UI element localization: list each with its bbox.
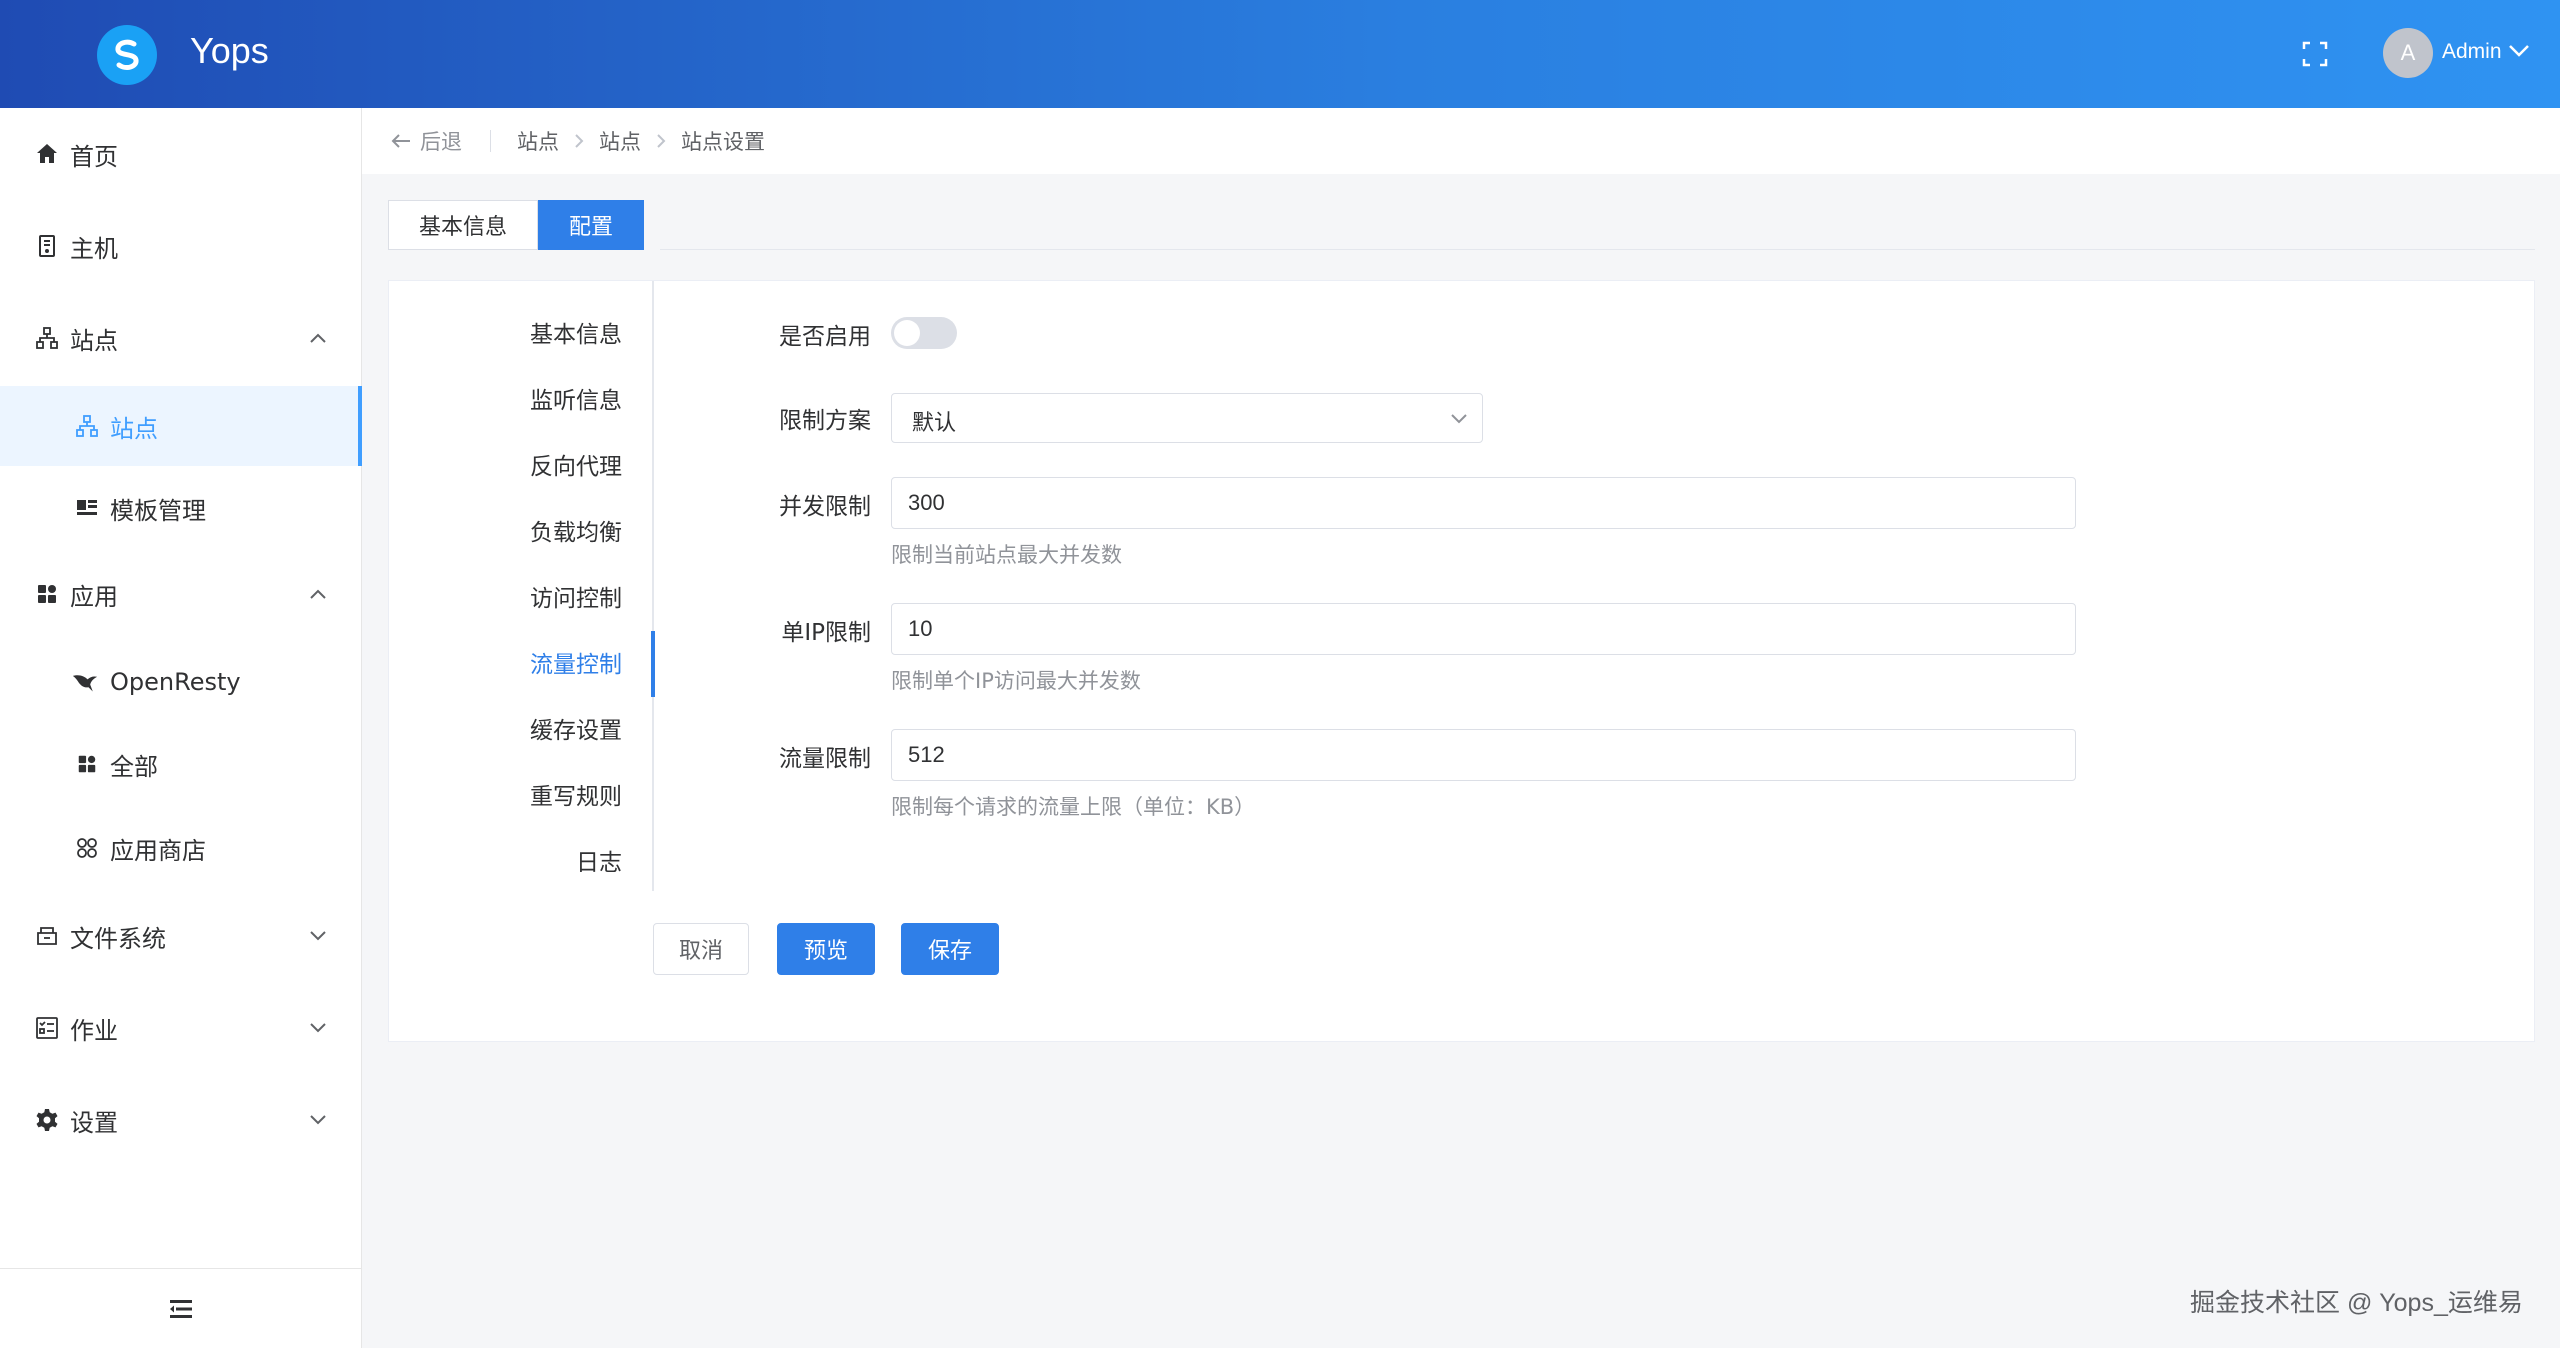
sidebar-item-label: 应用商店 <box>110 836 206 865</box>
sidebar-item-label: 模板管理 <box>110 496 206 525</box>
sub-nav-basic-info[interactable]: 基本信息 <box>530 315 622 349</box>
sub-nav-reverse-proxy[interactable]: 反向代理 <box>530 447 622 481</box>
sidebar-item-label: 站点 <box>110 414 158 443</box>
concurrency-label: 并发限制 <box>779 494 871 520</box>
template-icon <box>74 495 100 521</box>
concurrency-input[interactable]: 300 <box>891 477 2076 529</box>
per-ip-input[interactable]: 10 <box>891 603 2076 655</box>
sidebar-item-label: 首页 <box>70 142 118 171</box>
sidebar-item-label: 设置 <box>70 1108 118 1137</box>
sidebar-item-templates[interactable]: 模板管理 <box>0 468 362 548</box>
preview-button[interactable]: 预览 <box>777 923 875 975</box>
tabs-divider <box>660 249 2535 250</box>
chevron-up-icon <box>310 589 326 599</box>
breadcrumb-bar: 后退 站点 站点 站点设置 <box>362 108 2560 174</box>
page-tabs: 基本信息 配置 <box>388 200 645 250</box>
user-avatar[interactable]: A <box>2383 28 2433 78</box>
folder-icon <box>34 923 60 949</box>
collapse-menu-icon <box>169 1299 192 1318</box>
grid-icon <box>74 751 100 777</box>
per-ip-hint: 限制单个IP访问最大并发数 <box>891 669 1141 693</box>
sidebar-item-label: 全部 <box>110 752 158 781</box>
app-logo-icon[interactable] <box>97 25 157 85</box>
sub-nav-logs[interactable]: 日志 <box>576 843 622 877</box>
chevron-up-icon <box>310 333 326 343</box>
breadcrumb: 站点 站点 站点设置 <box>517 126 765 156</box>
back-button[interactable]: 后退 <box>390 126 462 156</box>
sub-nav-access-control[interactable]: 访问控制 <box>530 579 622 613</box>
sidebar-item-label: 主机 <box>70 234 118 263</box>
rate-hint: 限制每个请求的流量上限（单位：KB） <box>891 795 1256 819</box>
server-icon <box>34 233 60 259</box>
gear-icon <box>34 1107 60 1133</box>
sidebar-item-label: 作业 <box>70 1016 118 1045</box>
sidebar-item-home[interactable]: 首页 <box>0 114 362 194</box>
watermark: 掘金技术社区 @ Yops_运维易 <box>2190 1289 2523 1317</box>
sidebar-item-jobs[interactable]: 作业 <box>0 988 362 1068</box>
sidebar-item-label: OpenResty <box>110 668 241 696</box>
save-button[interactable]: 保存 <box>901 923 999 975</box>
arrow-left-icon <box>391 134 410 148</box>
sitemap-icon <box>34 325 60 351</box>
rate-label: 流量限制 <box>779 746 871 772</box>
user-name[interactable]: Admin <box>2442 40 2502 64</box>
sub-nav-rewrite-rules[interactable]: 重写规则 <box>530 777 622 811</box>
per-ip-label: 单IP限制 <box>781 620 871 646</box>
sidebar-item-apps[interactable]: 应用 <box>0 554 362 634</box>
enable-switch[interactable] <box>891 317 957 349</box>
concurrency-hint: 限制当前站点最大并发数 <box>891 543 1122 567</box>
sidebar-collapse-button[interactable] <box>0 1268 361 1348</box>
breadcrumb-item-current: 站点设置 <box>681 130 765 154</box>
active-indicator <box>651 631 655 697</box>
fullscreen-icon[interactable] <box>2302 41 2328 67</box>
task-icon <box>34 1015 60 1041</box>
sidebar-item-openresty[interactable]: OpenResty <box>0 642 362 722</box>
chevron-down-icon <box>310 1023 326 1033</box>
plan-select-value: 默认 <box>912 411 957 436</box>
sub-nav-traffic-control[interactable]: 流量控制 <box>530 645 622 679</box>
tab-config[interactable]: 配置 <box>538 200 645 250</box>
plan-select[interactable]: 默认 <box>891 393 1483 443</box>
app-title: Yops <box>190 30 269 71</box>
sidebar-item-label: 应用 <box>70 582 118 611</box>
rate-input[interactable]: 512 <box>891 729 2076 781</box>
sidebar-item-label: 站点 <box>70 326 118 355</box>
sub-nav-cache-settings[interactable]: 缓存设置 <box>530 711 622 745</box>
sidebar-item-site-list[interactable]: 站点 <box>0 386 362 466</box>
sidebar-item-settings[interactable]: 设置 <box>0 1080 362 1160</box>
openresty-icon <box>72 669 98 695</box>
top-header: Yops A Admin <box>0 0 2560 108</box>
sidebar-item-hosts[interactable]: 主机 <box>0 206 362 286</box>
chevron-right-icon <box>575 134 584 148</box>
chevron-down-icon <box>1451 414 1467 424</box>
chevron-down-icon <box>310 931 326 941</box>
sidebar-item-all[interactable]: 全部 <box>0 724 362 804</box>
apps-icon <box>34 581 60 607</box>
sitemap-icon <box>74 413 100 439</box>
chevron-right-icon <box>657 134 666 148</box>
store-icon <box>74 835 100 861</box>
divider <box>490 130 491 152</box>
back-label: 后退 <box>420 130 462 154</box>
sidebar-item-app-store[interactable]: 应用商店 <box>0 808 362 888</box>
sidebar-item-filesystem[interactable]: 文件系统 <box>0 896 362 976</box>
chevron-down-icon <box>310 1115 326 1125</box>
breadcrumb-item[interactable]: 站点 <box>517 126 559 156</box>
sub-nav-listen-info[interactable]: 监听信息 <box>530 381 622 415</box>
tab-basic-info[interactable]: 基本信息 <box>388 200 539 250</box>
chevron-down-icon[interactable] <box>2508 44 2530 58</box>
config-panel: 基本信息 监听信息 反向代理 负载均衡 访问控制 流量控制 缓存设置 重写规则 … <box>388 280 2535 1042</box>
cancel-button[interactable]: 取消 <box>653 923 749 975</box>
enable-label: 是否启用 <box>779 324 871 350</box>
sidebar: 首页 主机 站点 站点 模板管理 应用 OpenResty 全部 应用商店 文件… <box>0 108 362 1348</box>
home-icon <box>34 141 60 167</box>
sidebar-item-sites[interactable]: 站点 <box>0 298 362 378</box>
sidebar-item-label: 文件系统 <box>70 924 166 953</box>
plan-label: 限制方案 <box>779 408 871 434</box>
breadcrumb-item[interactable]: 站点 <box>599 126 641 156</box>
sub-nav-load-balance[interactable]: 负载均衡 <box>530 513 622 547</box>
config-sub-nav: 基本信息 监听信息 反向代理 负载均衡 访问控制 流量控制 缓存设置 重写规则 … <box>389 281 654 891</box>
